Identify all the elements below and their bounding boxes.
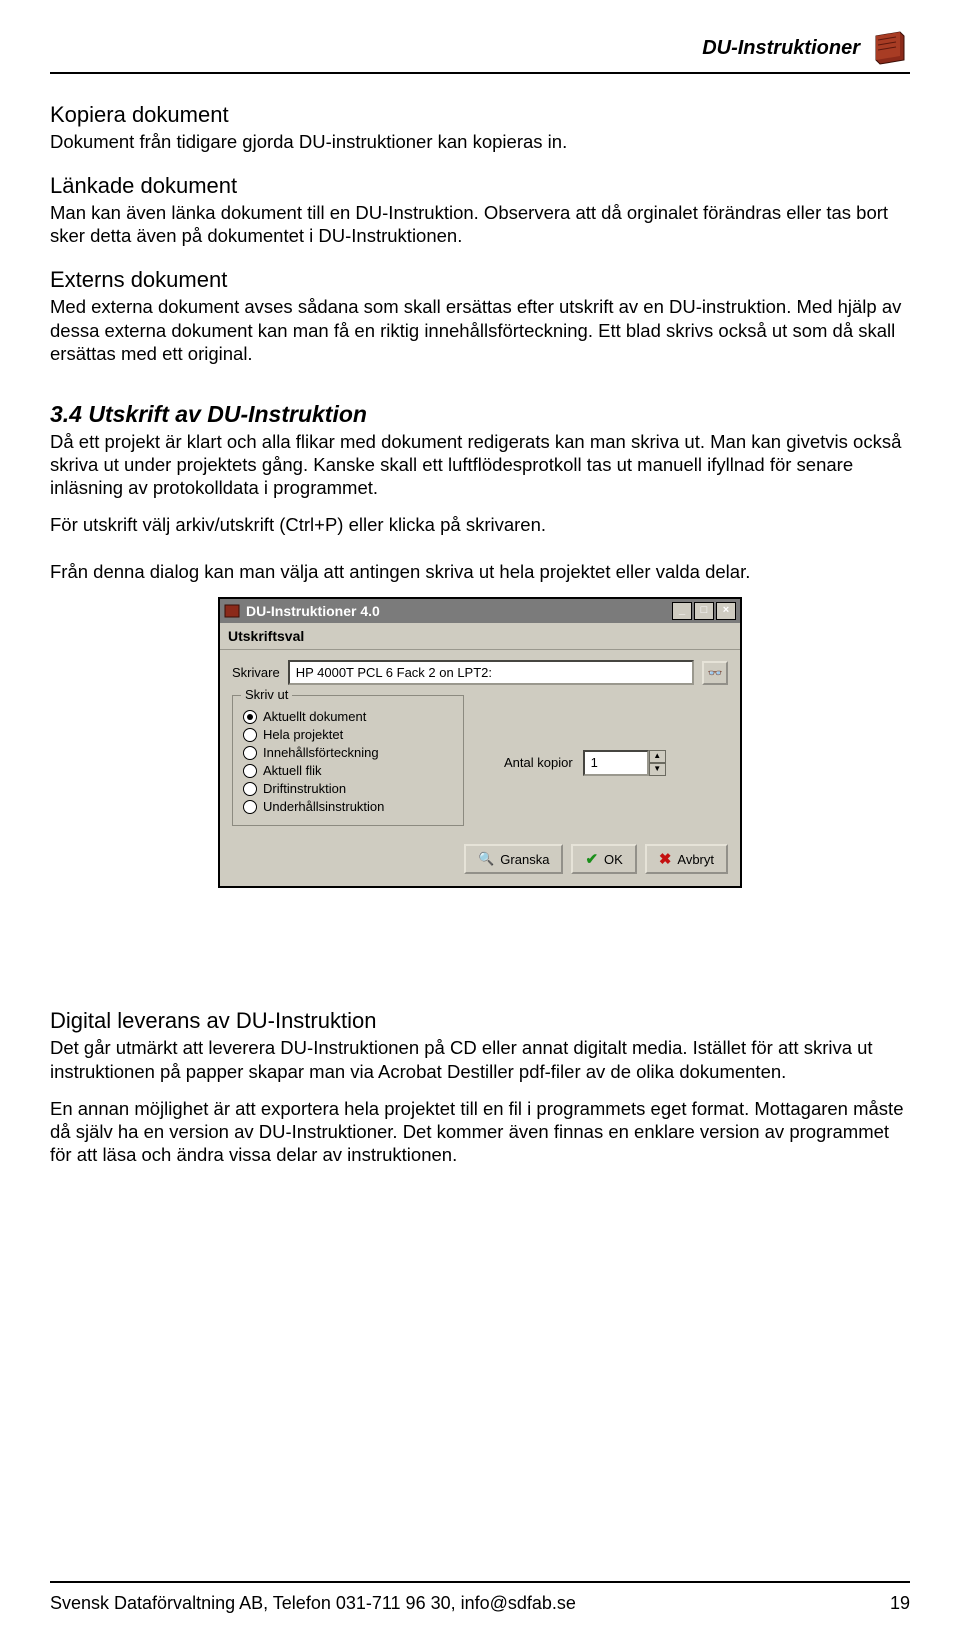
cancel-button-label: Avbryt — [677, 852, 714, 867]
radio-option-1[interactable]: Hela projektet — [243, 727, 453, 742]
section-externs-title: Externs dokument — [50, 267, 910, 293]
section-lankade-body: Man kan även länka dokument till en DU-I… — [50, 201, 910, 247]
section-kopiera-body: Dokument från tidigare gjorda DU-instruk… — [50, 130, 910, 153]
magnifier-icon: 🔍 — [478, 851, 494, 867]
section-externs-body: Med externa dokument avses sådana som sk… — [50, 295, 910, 364]
radio-option-3[interactable]: Aktuell flik — [243, 763, 453, 778]
radio-label: Underhållsinstruktion — [263, 799, 384, 814]
spinner-up-button[interactable]: ▲ — [649, 750, 666, 763]
copies-input[interactable] — [583, 750, 649, 776]
minimize-button[interactable]: _ — [672, 602, 692, 620]
preview-button[interactable]: 🔍 Granska — [464, 844, 563, 874]
radio-option-0[interactable]: Aktuellt dokument — [243, 709, 453, 724]
radio-label: Aktuellt dokument — [263, 709, 366, 724]
section-utskrift-p3: Från denna dialog kan man välja att anti… — [50, 560, 910, 583]
copies-label: Antal kopior — [504, 755, 573, 770]
footer-page-number: 19 — [890, 1593, 910, 1614]
copies-row: Antal kopior ▲ ▼ — [504, 699, 666, 826]
printer-input[interactable] — [288, 660, 694, 685]
dialog-titlebar: DU-Instruktioner 4.0 _ □ × — [220, 599, 740, 623]
section-digital-title: Digital leverans av DU-Instruktion — [50, 1008, 910, 1034]
radio-option-4[interactable]: Driftinstruktion — [243, 781, 453, 796]
maximize-button[interactable]: □ — [694, 602, 714, 620]
print-what-legend: Skriv ut — [241, 687, 292, 702]
dialog-main-row: Skriv ut Aktuellt dokument Hela projekte… — [232, 695, 728, 826]
print-what-group: Skriv ut Aktuellt dokument Hela projekte… — [232, 695, 464, 826]
radio-icon — [243, 746, 257, 760]
section-digital-p1: Det går utmärkt att leverera DU-Instrukt… — [50, 1036, 910, 1082]
radio-option-5[interactable]: Underhållsinstruktion — [243, 799, 453, 814]
titlebar-buttons: _ □ × — [672, 602, 736, 620]
printer-row: Skrivare 👓 — [232, 660, 728, 685]
ok-button-label: OK — [604, 852, 623, 867]
cancel-button[interactable]: ✖ Avbryt — [645, 844, 728, 874]
book-icon — [870, 30, 910, 66]
print-dialog-window: DU-Instruktioner 4.0 _ □ × Utskriftsval … — [218, 597, 742, 888]
section-kopiera-title: Kopiera dokument — [50, 102, 910, 128]
radio-label: Aktuell flik — [263, 763, 322, 778]
section-utskrift-p2: För utskrift välj arkiv/utskrift (Ctrl+P… — [50, 513, 910, 536]
radio-icon — [243, 782, 257, 796]
radio-icon — [243, 728, 257, 742]
page-header: DU-Instruktioner — [50, 30, 910, 74]
page-footer: Svensk Dataförvaltning AB, Telefon 031-7… — [50, 1581, 910, 1614]
radio-option-2[interactable]: Innehållsförteckning — [243, 745, 453, 760]
radio-icon — [243, 710, 257, 724]
browse-printer-button[interactable]: 👓 — [702, 661, 728, 685]
section-digital-p2: En annan möjlighet är att exportera hela… — [50, 1097, 910, 1166]
x-icon: ✖ — [659, 850, 672, 868]
document-page: DU-Instruktioner Kopiera dokument Dokume… — [0, 0, 960, 1642]
check-icon: ✔ — [585, 850, 598, 868]
close-button[interactable]: × — [716, 602, 736, 620]
copies-spinner[interactable]: ▲ ▼ — [583, 750, 666, 776]
dialog-figure: DU-Instruktioner 4.0 _ □ × Utskriftsval … — [50, 597, 910, 888]
radio-icon — [243, 800, 257, 814]
spinner-down-button[interactable]: ▼ — [649, 763, 666, 776]
app-icon — [224, 604, 240, 618]
section-utskrift-p1: Då ett projekt är klart och alla flikar … — [50, 430, 910, 499]
footer-text: Svensk Dataförvaltning AB, Telefon 031-7… — [50, 1593, 576, 1614]
printer-label: Skrivare — [232, 665, 280, 680]
radio-label: Driftinstruktion — [263, 781, 346, 796]
dialog-button-row: 🔍 Granska ✔ OK ✖ Avbryt — [232, 844, 728, 874]
ok-button[interactable]: ✔ OK — [571, 844, 636, 874]
radio-label: Innehållsförteckning — [263, 745, 379, 760]
dialog-body: Skrivare 👓 Skriv ut Aktuellt dokument — [220, 650, 740, 886]
section-utskrift-title: 3.4 Utskrift av DU-Instruktion — [50, 401, 910, 428]
dialog-subtitle: Utskriftsval — [220, 623, 740, 650]
dialog-title: DU-Instruktioner 4.0 — [246, 603, 380, 619]
section-lankade-title: Länkade dokument — [50, 173, 910, 199]
radio-icon — [243, 764, 257, 778]
binoculars-icon: 👓 — [708, 666, 723, 680]
preview-button-label: Granska — [500, 852, 549, 867]
header-title: DU-Instruktioner — [702, 37, 860, 60]
radio-label: Hela projektet — [263, 727, 343, 742]
